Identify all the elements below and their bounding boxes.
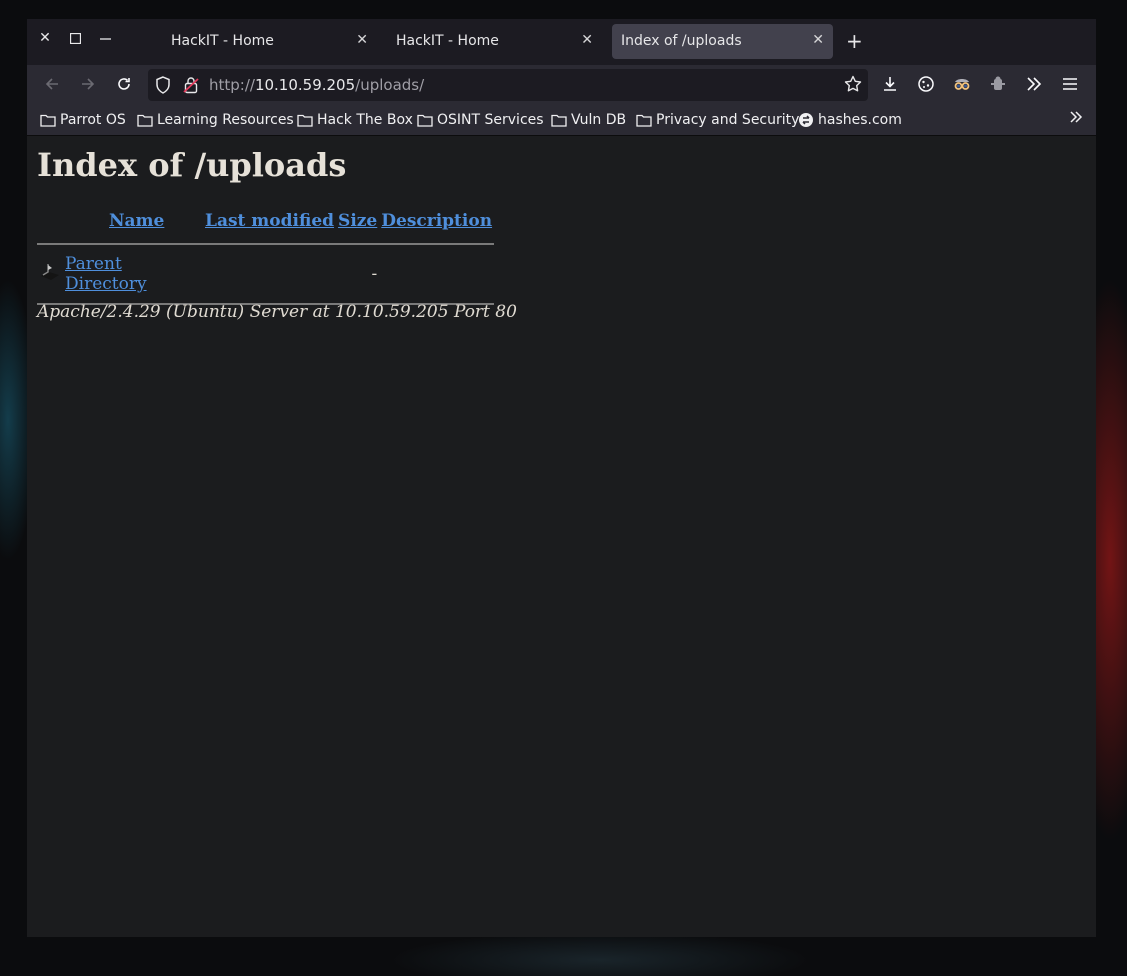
description-header: Description <box>379 208 494 234</box>
table-row: Parent Directory - <box>37 254 494 294</box>
sort-by-description-link[interactable]: Description <box>381 211 492 231</box>
extension-puzzle-icon[interactable] <box>988 75 1008 95</box>
back-arrow-icon[interactable] <box>43 76 61 94</box>
new-tab-icon[interactable]: + <box>846 31 863 51</box>
tab-index-uploads[interactable]: Index of /uploads ✕ <box>612 24 833 59</box>
parent-directory-link[interactable]: Parent Directory <box>65 254 147 294</box>
bookmark-hashes-com[interactable]: hashes.com <box>798 111 902 129</box>
page-title: Index of /uploads <box>37 146 347 184</box>
window-close-icon[interactable]: ✕ <box>37 30 53 46</box>
cookie-extension-icon[interactable] <box>916 75 936 95</box>
url-host: 10.10.59.205 <box>254 76 356 94</box>
bookmark-vuln-db[interactable]: Vuln DB <box>551 111 626 129</box>
tab-title: Index of /uploads <box>621 33 742 49</box>
bookmark-star-icon[interactable] <box>844 75 862 97</box>
table-header-row: Name Last modified Size Description <box>37 208 494 234</box>
url-path: /uploads/ <box>355 76 425 94</box>
bookmark-label: OSINT Services <box>437 112 544 128</box>
window-maximize-icon[interactable] <box>67 30 83 46</box>
bookmark-label: Vuln DB <box>571 112 627 128</box>
header-divider <box>37 243 495 245</box>
size-cell: - <box>371 264 378 284</box>
bookmarks-overflow-chevron-icon[interactable] <box>1068 109 1084 130</box>
bookmark-osint-services[interactable]: OSINT Services <box>417 111 544 129</box>
reload-icon[interactable] <box>115 76 133 94</box>
bookmark-parrot-os[interactable]: Parrot OS <box>40 111 126 129</box>
window-minimize-icon[interactable] <box>97 30 113 46</box>
tab-strip: ✕ HackIT - Home ✕ HackIT - Home ✕ Index … <box>27 19 1096 65</box>
hashes-logo-icon <box>799 113 813 127</box>
sort-by-last-modified-link[interactable]: Last modified <box>205 211 334 231</box>
forward-arrow-icon[interactable] <box>79 76 97 94</box>
last-modified-cell <box>203 254 336 294</box>
spy-glasses-extension-icon[interactable] <box>952 75 972 95</box>
name-header: Name <box>63 208 203 234</box>
downloads-icon[interactable] <box>880 75 900 95</box>
sort-by-name-link[interactable]: Name <box>109 211 164 231</box>
navigation-toolbar: http://10.10.59.205/uploads/ <box>27 65 1096 105</box>
folder-icon <box>40 114 56 127</box>
tab-close-icon[interactable]: ✕ <box>581 32 593 48</box>
separator-row <box>37 234 495 254</box>
bookmarks-toolbar: Parrot OS Learning Resources Hack The Bo… <box>27 105 1096 136</box>
folder-icon <box>297 114 313 127</box>
tab-close-icon[interactable]: ✕ <box>812 32 824 48</box>
tab-hackit-home-1[interactable]: HackIT - Home ✕ <box>162 24 377 59</box>
folder-icon <box>137 114 153 127</box>
bookmark-label: Parrot OS <box>60 112 126 128</box>
icon-column-header <box>37 208 63 234</box>
bookmark-label: Learning Resources <box>157 112 294 128</box>
url-scheme: http:// <box>209 76 255 94</box>
hamburger-menu-icon[interactable] <box>1060 75 1080 95</box>
tab-title: HackIT - Home <box>171 33 274 49</box>
bookmark-label: Hack The Box <box>317 112 413 128</box>
tab-hackit-home-2[interactable]: HackIT - Home ✕ <box>387 24 602 59</box>
sort-by-size-link[interactable]: Size <box>338 211 377 231</box>
insecure-lock-icon[interactable] <box>183 76 199 98</box>
size-header: Size <box>336 208 379 234</box>
last-modified-header: Last modified <box>203 208 336 234</box>
bookmark-hack-the-box[interactable]: Hack The Box <box>297 111 413 129</box>
bookmark-privacy-and-security[interactable]: Privacy and Security <box>636 111 799 129</box>
back-folder-icon <box>37 254 63 294</box>
folder-icon <box>636 114 652 127</box>
bookmark-label: hashes.com <box>818 112 902 128</box>
directory-listing-table: Name Last modified Size Description Pare… <box>37 208 495 314</box>
page-content: Index of /uploads Name Last modified Siz… <box>27 136 1096 937</box>
server-signature: Apache/2.4.29 (Ubuntu) Server at 10.10.5… <box>37 302 517 322</box>
description-cell <box>379 254 494 294</box>
shield-icon[interactable] <box>155 76 171 98</box>
browser-window: ✕ HackIT - Home ✕ HackIT - Home ✕ Index … <box>27 19 1096 937</box>
bookmark-label: Privacy and Security <box>656 112 800 128</box>
tab-close-icon[interactable]: ✕ <box>356 32 368 48</box>
folder-icon <box>551 114 567 127</box>
tab-title: HackIT - Home <box>396 33 499 49</box>
more-tools-chevron-icon[interactable] <box>1024 75 1044 95</box>
bookmark-learning-resources[interactable]: Learning Resources <box>137 111 294 129</box>
url-bar[interactable]: http://10.10.59.205/uploads/ <box>148 69 868 101</box>
url-text[interactable]: http://10.10.59.205/uploads/ <box>209 76 424 94</box>
folder-icon <box>417 114 433 127</box>
